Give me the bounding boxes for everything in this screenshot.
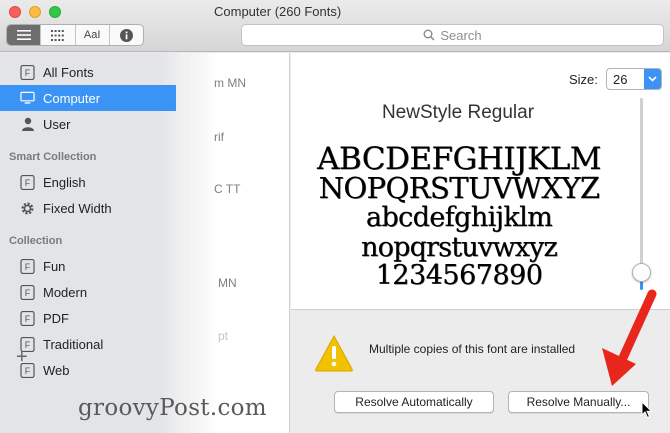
sidebar-item-label: All Fonts (43, 64, 94, 80)
sidebar-item-computer[interactable]: Computer (0, 85, 176, 111)
view-mode-control: AaI (6, 24, 144, 46)
sample-view-button[interactable]: AaI (76, 25, 110, 45)
resolve-manually-button[interactable]: Resolve Manually... (508, 391, 649, 413)
sidebar-item-english[interactable]: F English (0, 169, 176, 195)
smart-collection-heading: Smart Collection (9, 151, 97, 163)
sidebar-item-label: Computer (43, 90, 101, 106)
info-icon (119, 28, 133, 42)
svg-text:F: F (25, 314, 31, 324)
svg-text:F: F (25, 68, 31, 78)
warning-message: Multiple copies of this font are install… (369, 342, 576, 356)
grid-view-button[interactable] (41, 25, 76, 45)
gear-icon (20, 201, 35, 216)
mouse-pointer-icon (641, 401, 653, 419)
sample-line: 1234567890 (375, 260, 543, 291)
warning-icon (315, 334, 353, 372)
collection-icon: F (20, 284, 35, 300)
svg-text:F: F (25, 178, 31, 188)
font-name-heading: NewStyle Regular (381, 102, 535, 123)
search-placeholder: Search (440, 27, 482, 43)
resolve-automatically-button[interactable]: Resolve Automatically (334, 391, 494, 413)
grid-view-icon (51, 29, 65, 41)
sample-line: NOPQRSTUVWXYZ (318, 171, 600, 205)
collection-icon: F (20, 258, 35, 274)
sidebar-item-label: Fixed Width (43, 200, 112, 216)
svg-text:F: F (25, 288, 31, 298)
window-toolbar: Computer (260 Fonts) AaI Search (0, 0, 670, 52)
search-icon (423, 29, 435, 41)
collection-icon: F (20, 174, 35, 190)
sidebar-item-label: PDF (43, 310, 69, 326)
size-value: 26 (613, 72, 628, 87)
chevron-down-icon[interactable] (644, 69, 661, 89)
sample-view-icon: AaI (83, 29, 101, 41)
computer-icon (20, 91, 35, 106)
font-list-item[interactable]: m MN (214, 76, 246, 90)
sidebar-item-label: Traditional (43, 336, 104, 352)
font-list-item[interactable]: pt (218, 329, 228, 343)
sidebar-item-label: Modern (43, 284, 88, 300)
annotation-arrow-icon (602, 289, 657, 386)
sidebar-item-user[interactable]: User (0, 111, 176, 137)
list-view-icon (16, 30, 31, 40)
close-window-button[interactable] (9, 6, 21, 18)
size-slider-track[interactable] (640, 98, 643, 288)
size-label: Size: (569, 72, 598, 87)
font-list (186, 53, 290, 433)
sidebar-item-fun[interactable]: F Fun (0, 253, 176, 279)
sidebar-item-label: Fun (43, 258, 66, 274)
sidebar-item-all-fonts[interactable]: F All Fonts (0, 59, 176, 85)
sidebar-item-label: Web (43, 362, 70, 378)
user-icon (20, 117, 35, 132)
sample-line: nopqrstuvwxyz (361, 232, 558, 263)
sidebar-item-modern[interactable]: F Modern (0, 279, 176, 305)
minimize-window-button[interactable] (29, 6, 41, 18)
zoom-window-button[interactable] (49, 6, 61, 18)
sidebar-item-fixed-width[interactable]: Fixed Width (0, 195, 176, 221)
size-slider-knob[interactable] (632, 263, 651, 282)
font-list-item[interactable]: C TT (214, 182, 240, 196)
watermark: groovyPost.com (78, 395, 267, 421)
sample-line: abcdefghijklm (365, 202, 553, 233)
svg-text:F: F (25, 262, 31, 272)
font-list-item[interactable]: rif (214, 130, 224, 144)
sidebar-item-pdf[interactable]: F PDF (0, 305, 176, 331)
font-library-icon: F (20, 64, 35, 80)
collection-icon: F (20, 310, 35, 326)
size-combo-box[interactable]: 26 (606, 68, 662, 90)
collection-heading: Collection (9, 235, 63, 247)
window-title: Computer (260 Fonts) (214, 4, 342, 19)
add-collection-button[interactable]: + (16, 346, 28, 369)
list-view-button[interactable] (7, 25, 42, 45)
info-button[interactable] (110, 25, 143, 45)
font-list-item[interactable]: MN (218, 276, 237, 290)
sidebar-item-label: User (43, 116, 71, 132)
search-field[interactable]: Search (241, 24, 664, 46)
sidebar-item-label: English (43, 174, 86, 190)
